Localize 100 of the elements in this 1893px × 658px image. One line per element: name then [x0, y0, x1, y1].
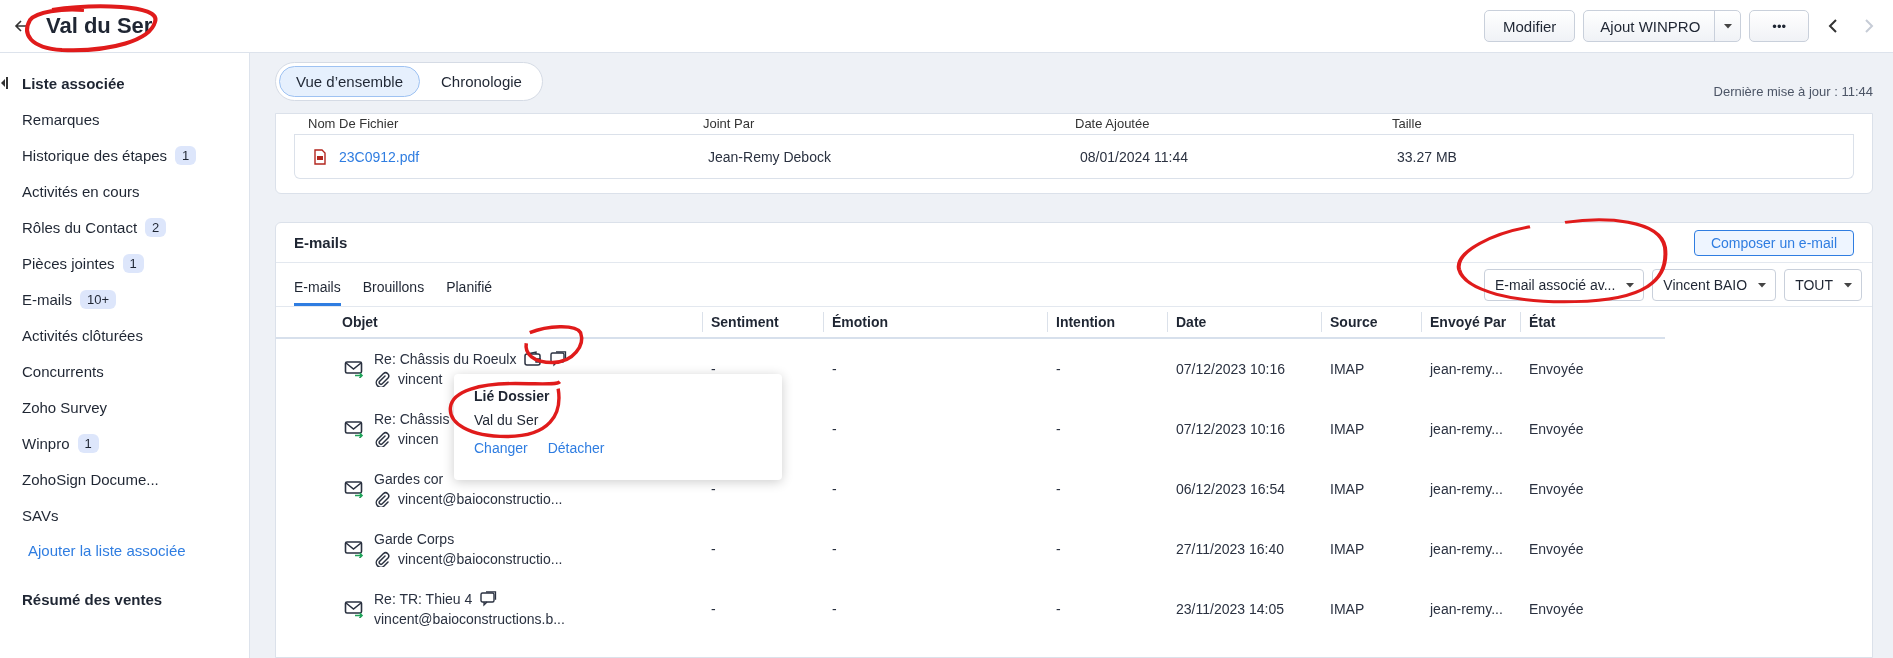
chat-icon[interactable]	[480, 591, 498, 607]
table-cell-text: -	[1055, 481, 1062, 497]
filter-dropdown[interactable]: E-mail associé av...	[1484, 268, 1645, 301]
table-cell-text: -	[831, 601, 838, 617]
card-title: E-mails	[294, 234, 348, 251]
sidebar-item[interactable]: Rôles du Contact 2	[0, 209, 249, 245]
sidebar-item[interactable]: Zoho Survey	[0, 389, 249, 425]
chat-icon[interactable]	[550, 351, 568, 367]
popover-value: Val du Ser	[474, 412, 540, 428]
popover-action-link[interactable]: Changer	[474, 440, 528, 456]
count-badge: 2	[145, 217, 167, 237]
view-tab[interactable]: Vue d’ensemble	[279, 65, 420, 97]
column-header: Joint Par	[703, 116, 756, 132]
table-cell-text: 06/12/2023 16:54	[1175, 481, 1286, 497]
table-cell-text: -	[710, 481, 717, 497]
pdf-file-icon	[313, 148, 327, 165]
count-badge: 1	[175, 145, 197, 165]
sidebar-item[interactable]: Winpro 1	[0, 425, 249, 461]
table-cell-text: Envoyée	[1528, 481, 1585, 497]
email-sender: vincent@baioconstructio...	[398, 491, 563, 507]
table-cell-text: 07/12/2023 10:16	[1175, 421, 1286, 437]
sidebar-item[interactable]: E-mails 10+	[0, 281, 249, 317]
table-cell-text: -	[710, 601, 717, 617]
email-subject[interactable]: Re: Châssis	[374, 411, 450, 427]
split-button[interactable]: Ajout WINPRO	[1583, 10, 1742, 42]
table-cell-text: 08/01/2024 11:44	[1080, 148, 1189, 165]
count-badge: 1	[77, 433, 99, 453]
table-cell-text: Envoyée	[1528, 541, 1585, 557]
table-cell-text: jean-remy...	[1428, 601, 1504, 617]
email-sender: vincent@baioconstructio...	[398, 551, 563, 567]
table-cell-text: 33.27 MB	[1397, 148, 1458, 165]
sidebar-heading: Liste associée	[22, 74, 125, 92]
mail-icon	[344, 540, 364, 558]
column-header: Date	[1167, 312, 1321, 332]
sidebar-item[interactable]: Pièces jointes 1	[0, 245, 249, 281]
caret-icon	[1722, 23, 1733, 29]
table-cell-text: -	[831, 481, 838, 497]
popover-action-link[interactable]: Détacher	[547, 440, 605, 456]
column-header: Source	[1321, 312, 1421, 332]
record-title: Val du Ser	[46, 13, 153, 39]
mail-icon	[344, 420, 364, 438]
email-sender: vincen	[398, 431, 439, 447]
table-cell-text: Jean-Remy Debock	[708, 148, 832, 165]
table-cell-text: -	[831, 541, 838, 557]
compose-button[interactable]: Composer un e-mail	[1693, 229, 1854, 256]
email-tab[interactable]: E-mails	[294, 263, 341, 306]
column-header: Nom De Fichier	[308, 116, 400, 132]
email-subject[interactable]: Re: Châssis du Roeulx	[374, 351, 517, 367]
table-cell-text: 07/12/2023 10:16	[1175, 361, 1286, 377]
email-tab[interactable]: Brouillons	[362, 263, 425, 306]
section-heading: Résumé des ventes	[21, 590, 164, 610]
email-sender: vincent	[398, 371, 443, 387]
table-cell-text: IMAP	[1329, 541, 1366, 557]
email-subject[interactable]: Gardes cor	[374, 471, 444, 487]
column-header: Intention	[1047, 312, 1167, 332]
table-cell-text: 23/11/2023 14:05	[1175, 601, 1285, 617]
filter-dropdown[interactable]: Vincent BAIO	[1652, 268, 1777, 301]
sidebar-item[interactable]: ZohoSign Docume...	[0, 461, 249, 497]
table-cell-text: -	[831, 361, 838, 377]
sidebar-item[interactable]: Historique des étapes 1	[0, 137, 249, 173]
column-header: Taille	[1392, 116, 1423, 132]
sidebar-item[interactable]: SAVs	[0, 497, 249, 533]
table-cell-text: IMAP	[1329, 481, 1366, 497]
file-link[interactable]: 23C0912.pdf	[339, 148, 420, 165]
table-cell-text: jean-remy...	[1428, 421, 1504, 437]
mail-icon	[344, 360, 364, 378]
column-header: État	[1520, 312, 1641, 332]
filter-dropdown[interactable]: TOUT	[1784, 268, 1862, 301]
sidebar-item[interactable]: Activités clôturées	[0, 317, 249, 353]
table-cell-text: 27/11/2023 16:40	[1175, 541, 1285, 557]
table-cell-text: IMAP	[1329, 601, 1366, 617]
table-cell-text: -	[710, 541, 717, 557]
collapse-icon	[0, 75, 8, 91]
table-cell-text: jean-remy...	[1428, 481, 1504, 497]
add-winpro-button[interactable]: Ajout WINPRO	[1584, 11, 1715, 41]
email-subject[interactable]: Re: TR: Thieu 4	[374, 591, 473, 607]
add-list-link[interactable]: Ajouter la liste associée	[0, 533, 249, 569]
wallet-icon[interactable]	[524, 351, 543, 367]
email-tab[interactable]: Planifié	[446, 263, 493, 306]
view-tab[interactable]: Chronologie	[424, 65, 539, 97]
popover-title: Lié Dossier	[474, 388, 551, 404]
more-button[interactable]: •••	[1749, 10, 1809, 42]
column-header: Date Ajoutée	[1075, 116, 1151, 132]
caret-icon	[1843, 281, 1853, 288]
edit-button[interactable]: Modifier	[1483, 10, 1576, 42]
email-subject[interactable]: Garde Corps	[374, 531, 455, 547]
sidebar-item[interactable]: Activités en cours	[0, 173, 249, 209]
caret-icon	[1625, 281, 1636, 288]
mail-icon	[344, 600, 364, 618]
table-cell-text: -	[1055, 361, 1062, 377]
table-cell-text: jean-remy...	[1428, 541, 1504, 557]
table-cell-text: -	[1055, 541, 1062, 557]
column-header: Envoyé Par	[1421, 312, 1520, 332]
column-header: Sentiment	[702, 312, 823, 332]
sidebar-item[interactable]: Concurrents	[0, 353, 249, 389]
sidebar-item[interactable]: Remarques	[0, 101, 249, 137]
table-cell-text: Envoyée	[1528, 421, 1585, 437]
table-cell-text: Envoyée	[1528, 361, 1585, 377]
previous-icon[interactable]	[1827, 18, 1839, 34]
column-header: Objet	[341, 313, 379, 332]
